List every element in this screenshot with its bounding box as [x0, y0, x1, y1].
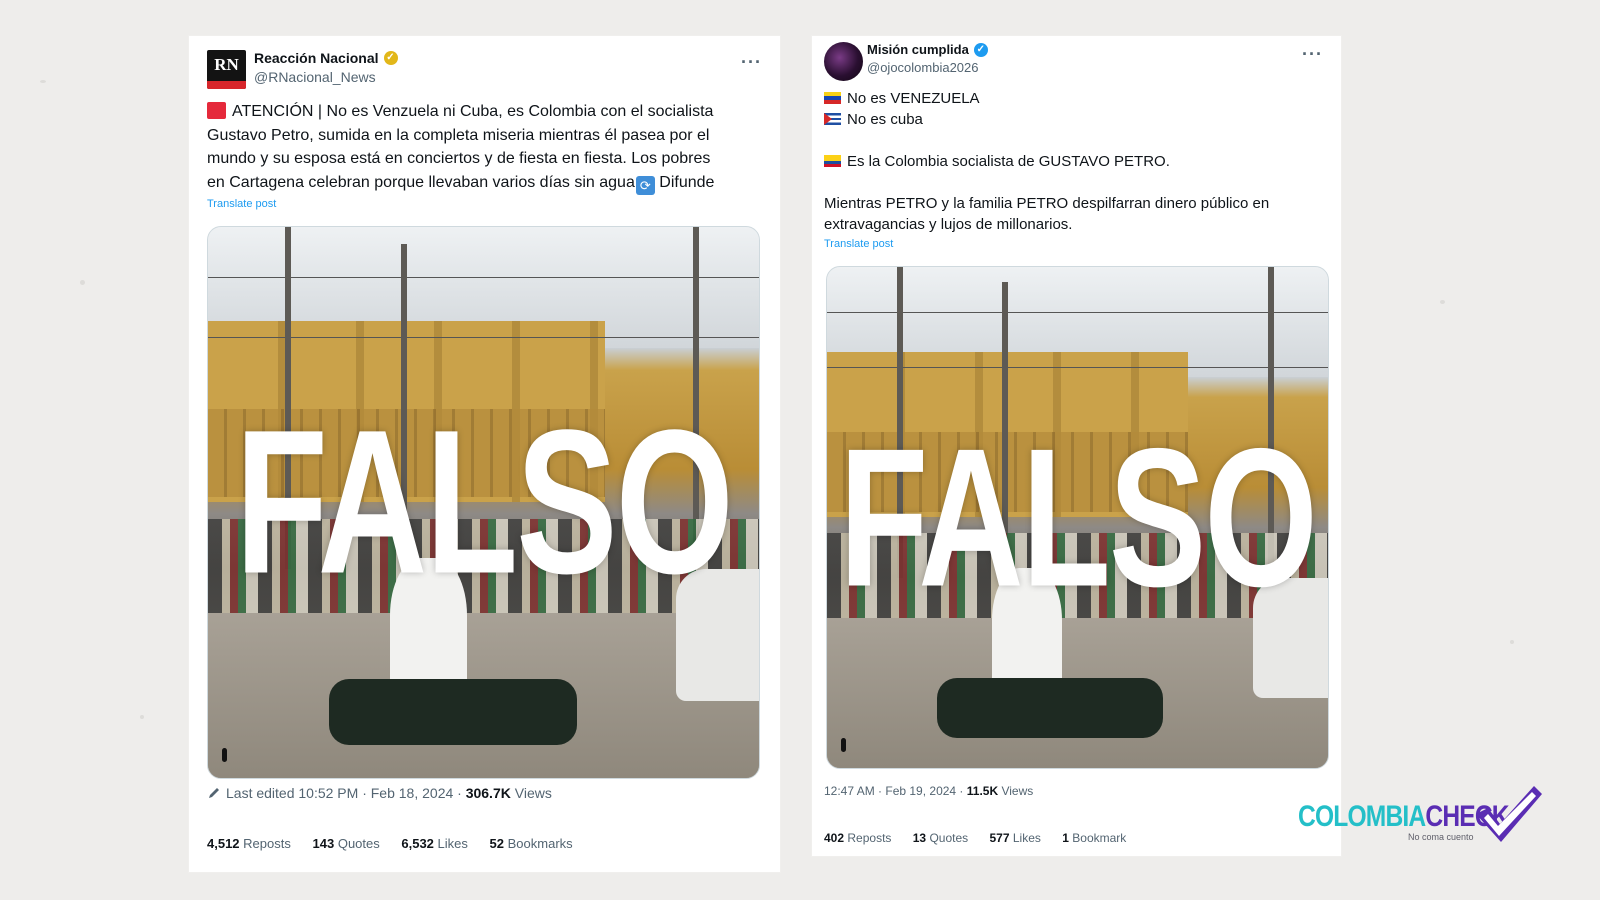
bookmarks-stat[interactable]: 1 Bookmark [1062, 831, 1126, 845]
verified-badge-icon: ✓ [973, 42, 988, 57]
avatar[interactable]: RN [207, 50, 246, 89]
tweet-line: extravagancias y lujos de millonarios. [824, 216, 1073, 233]
media-corner-mark [222, 748, 227, 762]
likes-label: Likes [1012, 831, 1041, 845]
media-motorbike [937, 677, 1163, 738]
tweet-line: Mientras PETRO y la familia PETRO despil… [824, 195, 1270, 212]
tweet-line: mundo y su esposa está en conciertos y d… [207, 150, 711, 167]
reposts-count: 402 [824, 831, 845, 845]
tweet-line: No es cuba [847, 111, 923, 128]
bookmarks-label: Bookmarks [507, 836, 573, 851]
likes-stat[interactable]: 6,532 Likes [401, 836, 468, 851]
colombia-flag-icon [824, 155, 841, 167]
reposts-label: Reposts [847, 831, 892, 845]
tweet-line: No es VENEZUELA [847, 90, 980, 107]
avatar[interactable] [824, 42, 863, 81]
bookmarks-stat[interactable]: 52 Bookmarks [490, 836, 573, 851]
avatar-initials: RN [214, 55, 239, 74]
falso-overlay: FALSO [839, 406, 1318, 627]
reposts-count: 4,512 [207, 836, 240, 851]
verified-badge-icon: ✓ [383, 51, 398, 65]
tweet-line: Es la Colombia socialista de GUSTAVO PET… [847, 153, 1170, 170]
pencil-icon [209, 788, 219, 798]
display-name[interactable]: Misión cumplida [867, 42, 969, 57]
cuba-flag-icon [824, 113, 841, 125]
bookmarks-label: Bookmark [1072, 831, 1127, 845]
timestamp-text[interactable]: Last edited 10:52 PM · Feb 18, 2024 · [226, 785, 462, 801]
red-square-icon [207, 102, 226, 119]
display-name[interactable]: Reacción Nacional [254, 50, 379, 66]
logo-tagline: No coma cuento [1408, 832, 1474, 842]
bookmarks-count: 52 [489, 836, 504, 851]
user-handle[interactable]: @RNacional_News [254, 69, 398, 85]
tweet-timestamp: Last edited 10:52 PM · Feb 18, 2024 · 30… [207, 785, 552, 801]
views-count: 306.7K [465, 785, 511, 801]
falso-overlay: FALSO [235, 387, 734, 617]
tweet-line: ATENCIÓN | No es Venzuela ni Cuba, es Co… [232, 103, 714, 120]
more-options-icon[interactable]: ··· [741, 52, 762, 73]
tweet-card-reaccion-nacional[interactable]: RN Reacción Nacional ✓ @RNacional_News ·… [189, 36, 780, 872]
logo-word-colombia: COLOMBIA [1298, 800, 1426, 833]
tweet-header: Misión cumplida ✓ @ojocolombia2026 ··· [824, 42, 1323, 84]
tweet-line: Difunde [659, 173, 715, 191]
paper-speck [1440, 300, 1445, 304]
tweet-header: RN Reacción Nacional ✓ @RNacional_News ·… [207, 50, 762, 92]
tweet-card-mision-cumplida[interactable]: Misión cumplida ✓ @ojocolombia2026 ··· N… [812, 36, 1341, 856]
engagement-stats: 4,512 Reposts 143 Quotes 6,532 Likes 52 … [207, 836, 591, 851]
paper-speck [140, 715, 144, 719]
avatar-red-bar [207, 81, 246, 89]
tweet-text: No es VENEZUELA No es cuba Es la Colombi… [824, 88, 1325, 235]
quotes-stat[interactable]: 143 Quotes [313, 836, 380, 851]
reposts-stat[interactable]: 4,512 Reposts [207, 836, 291, 851]
media-motorbike [329, 678, 578, 745]
quotes-label: Quotes [929, 831, 969, 845]
user-handle[interactable]: @ojocolombia2026 [867, 60, 988, 75]
views-label: Views [514, 785, 552, 801]
venezuela-flag-icon [824, 92, 841, 104]
quotes-count: 143 [312, 836, 335, 851]
paper-speck [40, 80, 46, 83]
tweet-line: Gustavo Petro, sumida en la completa mis… [207, 126, 710, 144]
media-corner-mark [841, 738, 846, 752]
reposts-label: Reposts [243, 836, 291, 851]
tweet-text: ATENCIÓN | No es Venzuela ni Cuba, es Co… [207, 100, 764, 195]
video-thumbnail[interactable]: FALSO [207, 226, 760, 779]
views-count: 11.5K [966, 784, 999, 798]
reposts-stat[interactable]: 402 Reposts [824, 831, 891, 845]
translate-post-link[interactable]: Translate post [824, 238, 893, 250]
tweet-line: en Cartagena celebran porque llevaban va… [207, 173, 635, 191]
more-options-icon[interactable]: ··· [1302, 44, 1323, 65]
refresh-emoji-icon: ⟳ [635, 175, 655, 195]
video-thumbnail[interactable]: FALSO [826, 266, 1329, 769]
tweet-timestamp: 12:47 AM · Feb 19, 2024 · 11.5K Views [824, 784, 1033, 798]
bookmarks-count: 1 [1062, 831, 1069, 845]
checkmark-icon [1476, 786, 1542, 842]
engagement-stats: 402 Reposts 13 Quotes 577 Likes 1 Bookma… [824, 831, 1144, 845]
views-label: Views [1001, 784, 1034, 798]
quotes-count: 13 [912, 831, 927, 845]
likes-label: Likes [437, 836, 468, 851]
likes-count: 6,532 [401, 836, 434, 851]
translate-post-link[interactable]: Translate post [207, 198, 276, 210]
quotes-stat[interactable]: 13 Quotes [913, 831, 968, 845]
colombiacheck-logo: COLOMBIACHECK No coma cuento [1298, 784, 1558, 854]
paper-speck [1510, 640, 1514, 644]
timestamp-text[interactable]: 12:47 AM · Feb 19, 2024 · [824, 784, 963, 798]
quotes-label: Quotes [337, 836, 380, 851]
likes-count: 577 [989, 831, 1010, 845]
paper-speck [80, 280, 85, 285]
likes-stat[interactable]: 577 Likes [990, 831, 1041, 845]
